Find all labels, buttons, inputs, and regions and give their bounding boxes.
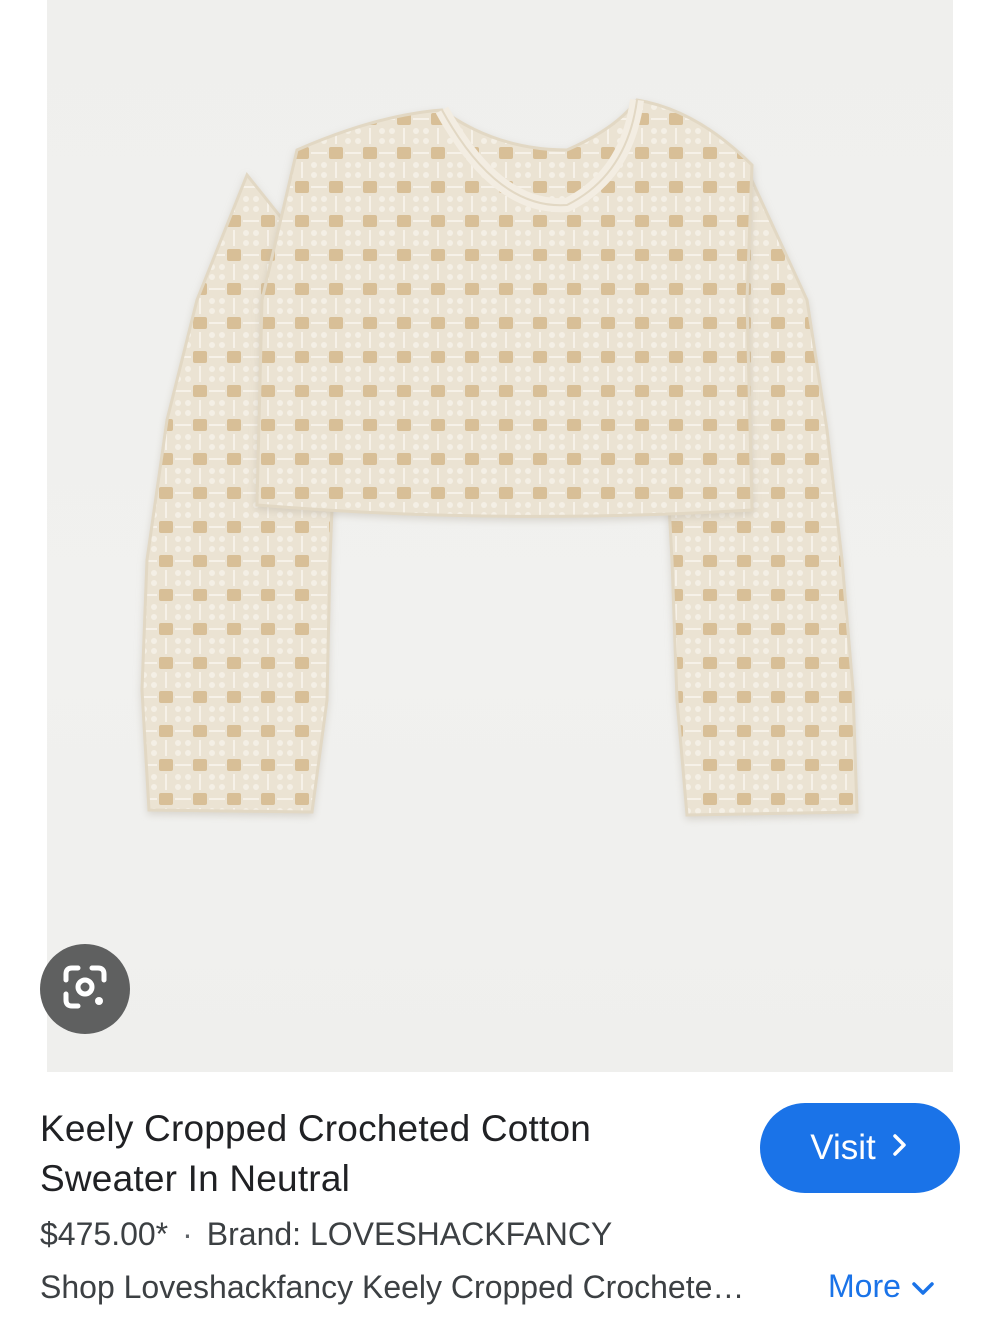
more-label: More	[828, 1268, 901, 1304]
google-lens-icon	[60, 962, 110, 1017]
google-lens-button[interactable]	[40, 944, 130, 1034]
meta-separator: ·	[182, 1216, 193, 1252]
product-info-panel: Keely Cropped Crocheted Cotton Sweater I…	[0, 1072, 1000, 1333]
more-button[interactable]: More	[828, 1268, 935, 1305]
product-price: $475.00*	[40, 1216, 169, 1252]
sweater-image	[140, 98, 859, 817]
product-meta: $475.00* · Brand: LOVESHACKFANCY	[40, 1216, 612, 1253]
chevron-right-icon	[890, 1129, 910, 1168]
chevron-down-icon	[911, 1268, 935, 1305]
product-title[interactable]: Keely Cropped Crocheted Cotton Sweater I…	[40, 1104, 720, 1204]
product-image-area	[0, 0, 1000, 1072]
product-brand: Brand: LOVESHACKFANCY	[206, 1216, 613, 1252]
product-description: Shop Loveshackfancy Keely Cropped Croche…	[40, 1269, 745, 1305]
product-photo[interactable]	[47, 0, 953, 1072]
visit-label: Visit	[810, 1128, 876, 1167]
visit-button[interactable]: Visit	[760, 1103, 960, 1193]
